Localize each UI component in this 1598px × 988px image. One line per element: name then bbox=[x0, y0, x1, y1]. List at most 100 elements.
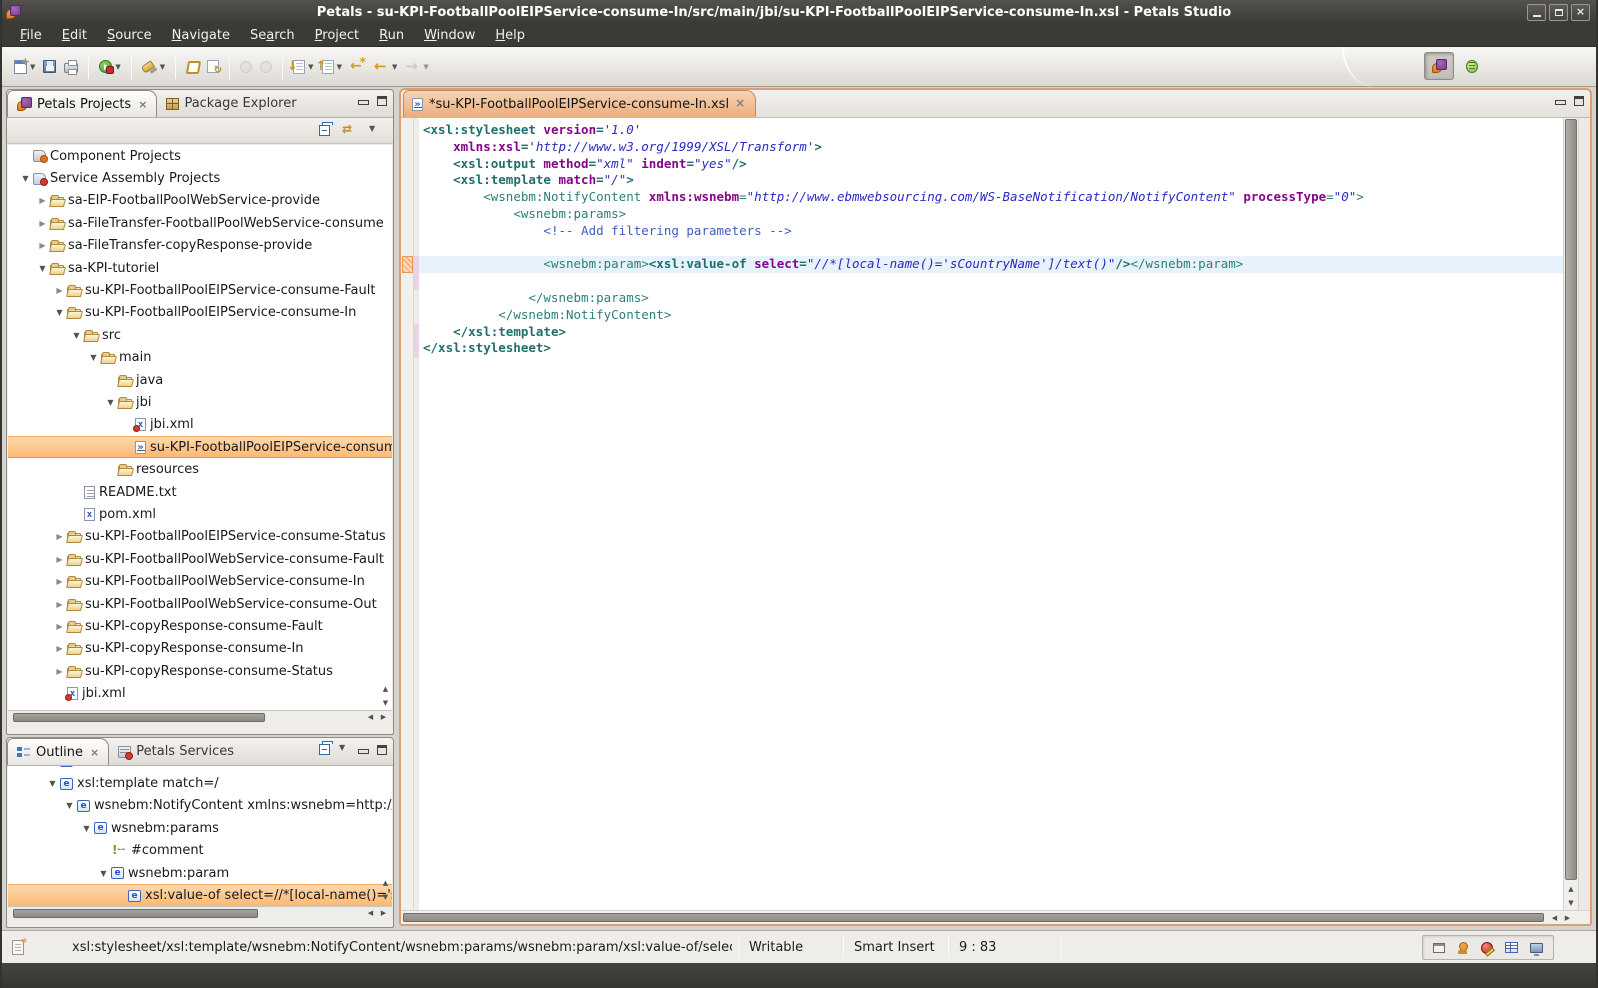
scroll-left-icon[interactable]: ◀ bbox=[364, 713, 377, 721]
view-menu-icon[interactable] bbox=[339, 746, 349, 754]
scroll-left-icon[interactable]: ◀ bbox=[364, 909, 377, 917]
minimize-icon[interactable] bbox=[1527, 4, 1546, 21]
code-line[interactable]: </wsnebm:NotifyContent> bbox=[419, 307, 1563, 324]
close-tab-icon[interactable]: × bbox=[90, 747, 99, 758]
tree-item[interactable]: ▶su-KPI-copyResponse-consume-In bbox=[8, 638, 392, 660]
code-line[interactable]: </wsnebm:params> bbox=[419, 290, 1563, 307]
scroll-right-icon[interactable]: ▶ bbox=[377, 713, 390, 721]
close-tab-icon[interactable]: × bbox=[138, 99, 147, 110]
expander-icon[interactable]: ▼ bbox=[45, 779, 60, 788]
outline-item[interactable]: ▼wsnebm:param bbox=[8, 862, 392, 884]
code-line[interactable]: <!-- Add filtering parameters --> bbox=[419, 223, 1563, 240]
next-annotation-button[interactable]: ▼ bbox=[289, 54, 317, 80]
maximize-view-icon[interactable] bbox=[377, 745, 387, 755]
tree-item[interactable]: ▶su-KPI-copyResponse-consume-Fault bbox=[8, 615, 392, 637]
user-activity-icon[interactable] bbox=[1457, 942, 1469, 954]
menu-window[interactable]: Window bbox=[414, 26, 485, 45]
projects-vertical-scrollbar[interactable]: ▲▼ bbox=[379, 682, 392, 710]
tree-item[interactable]: jbi.xml bbox=[8, 682, 392, 704]
expander-icon[interactable]: ▶ bbox=[52, 577, 67, 586]
code-editor[interactable]: <xsl:stylesheet version='1.0' xmlns:xsl=… bbox=[419, 118, 1563, 910]
print-button[interactable] bbox=[60, 54, 82, 80]
collapse-all-icon[interactable] bbox=[319, 125, 330, 136]
link-with-editor-icon[interactable] bbox=[342, 124, 357, 137]
tree-item[interactable]: su-KPI-FootballPoolEIPService-consume-In… bbox=[8, 436, 392, 458]
tree-item[interactable]: ▶su-KPI-FootballPoolWebService-consume-F… bbox=[8, 548, 392, 570]
tree-item[interactable]: Component Projects bbox=[8, 145, 392, 167]
code-line[interactable]: xmlns:xsl='http://www.w3.org/1999/XSL/Tr… bbox=[419, 139, 1563, 156]
code-line[interactable]: <wsnebm:params> bbox=[419, 206, 1563, 223]
expander-icon[interactable]: ▶ bbox=[35, 241, 50, 250]
console-view-icon[interactable] bbox=[1530, 943, 1543, 953]
tree-item[interactable]: ▶su-KPI-FootballPoolWebService-consume-O… bbox=[8, 593, 392, 615]
tree-item[interactable]: ▼main bbox=[8, 347, 392, 369]
previous-annotation-button[interactable]: ▼ bbox=[318, 54, 346, 80]
menu-source[interactable]: Source bbox=[97, 26, 162, 45]
tree-item[interactable]: resources bbox=[8, 458, 392, 480]
outline-horizontal-scrollbar[interactable]: ◀▶ bbox=[8, 906, 392, 919]
tree-item[interactable]: ▶su-KPI-copyResponse-consume-Status bbox=[8, 660, 392, 682]
outline-item[interactable]: #comment bbox=[8, 840, 392, 862]
view-menu-icon[interactable] bbox=[369, 127, 379, 135]
dropdown-arrow-icon[interactable]: ▼ bbox=[115, 63, 120, 71]
scroll-right-icon[interactable]: ▶ bbox=[377, 909, 390, 917]
menu-navigate[interactable]: Navigate bbox=[162, 26, 240, 45]
new-wizard-button[interactable]: ▼ bbox=[10, 54, 39, 80]
expander-icon[interactable]: ▼ bbox=[18, 174, 33, 183]
scroll-right-icon[interactable]: ▶ bbox=[1561, 914, 1574, 922]
outline-vertical-scrollbar[interactable]: ▲▼ bbox=[379, 876, 392, 904]
scroll-up-icon[interactable]: ▲ bbox=[1564, 882, 1578, 896]
tree-item[interactable]: pom.xml bbox=[8, 503, 392, 525]
scrollbar-thumb[interactable] bbox=[13, 909, 258, 918]
expander-icon[interactable]: ▼ bbox=[69, 331, 84, 340]
expander-icon[interactable]: ▶ bbox=[52, 622, 67, 631]
tree-item[interactable]: ▶su-KPI-FootballPoolEIPService-consume-S… bbox=[8, 526, 392, 548]
scrollbar-thumb[interactable] bbox=[403, 913, 1544, 922]
tree-item[interactable]: jbi.xml bbox=[8, 414, 392, 436]
dropdown-arrow-icon[interactable]: ▼ bbox=[423, 63, 428, 71]
expander-icon[interactable]: ▼ bbox=[79, 824, 94, 833]
code-line[interactable]: <xsl:stylesheet version='1.0' bbox=[419, 122, 1563, 139]
dropdown-arrow-icon[interactable]: ▼ bbox=[30, 63, 35, 71]
expander-icon[interactable]: ▶ bbox=[52, 555, 67, 564]
tab-petals-services[interactable]: Petals Services bbox=[109, 738, 243, 765]
expander-icon[interactable]: ▶ bbox=[52, 286, 67, 295]
table-view-icon[interactable] bbox=[1505, 942, 1518, 953]
dropdown-arrow-icon[interactable]: ▼ bbox=[337, 63, 342, 71]
minimize-view-icon[interactable] bbox=[358, 96, 368, 106]
tree-item[interactable]: ▶sa-EIP-FootballPoolWebService-provide bbox=[8, 190, 392, 212]
debug-perspective-icon[interactable] bbox=[1466, 60, 1478, 73]
tab-petals-projects[interactable]: Petals Projects× bbox=[7, 90, 157, 117]
search-button[interactable]: ▼ bbox=[138, 54, 169, 80]
dropdown-arrow-icon[interactable]: ▼ bbox=[160, 63, 165, 71]
maximize-icon[interactable] bbox=[1549, 4, 1568, 21]
expander-icon[interactable]: ▶ bbox=[52, 532, 67, 541]
dropdown-arrow-icon[interactable]: ▼ bbox=[392, 63, 397, 71]
expander-icon[interactable]: ▼ bbox=[86, 353, 101, 362]
code-line[interactable]: <xsl:template match="/"> bbox=[419, 172, 1563, 189]
tree-item[interactable]: ▶sa-FileTransfer-FootballPoolWebService-… bbox=[8, 212, 392, 234]
outline-item[interactable]: ▼wsnebm:params bbox=[8, 817, 392, 839]
tree-item[interactable]: java bbox=[8, 369, 392, 391]
tree-item[interactable]: README.txt bbox=[8, 481, 392, 503]
menu-run[interactable]: Run bbox=[369, 26, 414, 45]
outline-item[interactable]: xsl:value-of select=//*[local-name()='sC… bbox=[8, 884, 392, 906]
projects-horizontal-scrollbar[interactable]: ◀▶ bbox=[8, 710, 392, 723]
last-edit-location-button[interactable] bbox=[346, 54, 370, 80]
expander-icon[interactable]: ▼ bbox=[52, 308, 67, 317]
scrollbar-thumb[interactable] bbox=[13, 713, 265, 722]
scrollbar-thumb[interactable] bbox=[1565, 119, 1577, 880]
dropdown-arrow-icon[interactable]: ▼ bbox=[308, 63, 313, 71]
tree-item[interactable]: ▼src bbox=[8, 324, 392, 346]
error-log-icon[interactable] bbox=[1481, 942, 1493, 954]
tree-item[interactable]: ▶su-KPI-FootballPoolWebService-consume-I… bbox=[8, 570, 392, 592]
tree-item[interactable]: ▼su-KPI-FootballPoolEIPService-consume-I… bbox=[8, 302, 392, 324]
code-line[interactable] bbox=[419, 240, 1563, 257]
close-tab-icon[interactable] bbox=[735, 99, 745, 110]
code-line[interactable] bbox=[419, 273, 1563, 290]
tree-item[interactable]: ▼sa-KPI-tutoriel bbox=[8, 257, 392, 279]
minimize-view-icon[interactable] bbox=[1555, 96, 1565, 106]
expander-icon[interactable]: ▶ bbox=[52, 667, 67, 676]
menu-project[interactable]: Project bbox=[305, 26, 370, 45]
xml-refresh-button[interactable] bbox=[203, 54, 223, 80]
